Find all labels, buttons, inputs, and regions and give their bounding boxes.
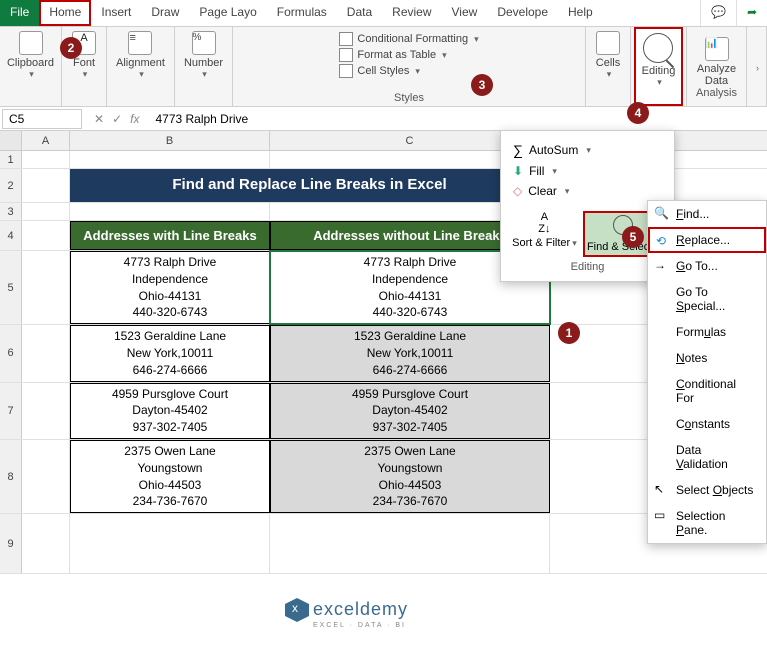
tab-insert[interactable]: Insert (91, 0, 141, 26)
row-header[interactable]: 4 (0, 221, 22, 250)
formula-bar: C5 ✕ ✓ fx 4773 Ralph Drive (0, 107, 767, 131)
data-cell[interactable]: 1523 Geraldine LaneNew York,10011646-274… (70, 325, 270, 381)
menu-select-objects[interactable]: ↖Select Objects (648, 477, 766, 503)
menu-constants[interactable]: Constants (648, 411, 766, 437)
col-header-b[interactable]: B (70, 131, 270, 150)
analysis-group-label: Analysis (696, 87, 737, 99)
ribbon-tabs: File Home Insert Draw Page Layo Formulas… (0, 0, 767, 27)
cells-icon (596, 31, 620, 55)
tab-view[interactable]: View (442, 0, 488, 26)
logo-icon (285, 598, 309, 622)
conditional-formatting-button[interactable]: Conditional Formatting▾ (339, 31, 478, 47)
menu-find[interactable]: 🔍Find... (648, 201, 766, 227)
tab-review[interactable]: Review (382, 0, 441, 26)
clear-button[interactable]: ◇Clear ▾ (509, 181, 666, 201)
menu-goto-special[interactable]: Go To Special... (648, 279, 766, 319)
data-cell[interactable]: 4959 Pursglove CourtDayton-45402937-302-… (270, 383, 550, 439)
autosum-button[interactable]: ∑AutoSum ▾ (509, 139, 666, 161)
clipboard-icon (19, 31, 43, 55)
logo-subtitle: EXCEL · DATA · BI (313, 622, 408, 629)
col-header-a[interactable]: A (22, 131, 70, 150)
cancel-formula-icon[interactable]: ✕ (94, 112, 104, 126)
tab-developer[interactable]: Develope (487, 0, 558, 26)
row-header[interactable]: 5 (0, 251, 22, 324)
comments-button[interactable]: 💬 (700, 0, 736, 26)
styles-group-label: Styles (394, 92, 424, 104)
clipboard-button[interactable]: Clipboard▾ (7, 31, 54, 80)
number-button[interactable]: %Number▾ (184, 31, 223, 80)
row-header[interactable]: 9 (0, 514, 22, 573)
cell-styles-button[interactable]: Cell Styles▾ (339, 63, 478, 79)
editing-dropdown-label: Editing (509, 257, 666, 273)
data-cell[interactable]: 1523 Geraldine LaneNew York,10011646-274… (270, 325, 550, 381)
menu-notes[interactable]: Notes (648, 345, 766, 371)
tab-data[interactable]: Data (337, 0, 382, 26)
data-cell[interactable]: 2375 Owen LaneYoungstownOhio-44503234-73… (270, 440, 550, 513)
name-box[interactable]: C5 (2, 109, 82, 129)
ribbon-more-button[interactable]: › (756, 63, 759, 73)
row-header[interactable]: 3 (0, 203, 22, 220)
sigma-icon: ∑ (513, 142, 523, 158)
share-button[interactable]: ➦ (736, 0, 767, 26)
alignment-button[interactable]: ≡Alignment▾ (116, 31, 165, 80)
tab-formulas[interactable]: Formulas (267, 0, 337, 26)
menu-replace[interactable]: ⟲Replace... (648, 227, 766, 253)
enter-formula-icon[interactable]: ✓ (112, 112, 122, 126)
logo: exceldemy EXCEL · DATA · BI (285, 598, 408, 629)
cells-button[interactable]: Cells▾ (596, 31, 620, 80)
cond-fmt-icon (339, 32, 353, 46)
format-as-table-button[interactable]: Format as Table▾ (339, 47, 478, 63)
row-header[interactable]: 7 (0, 383, 22, 439)
tab-draw[interactable]: Draw (141, 0, 189, 26)
analyze-data-button[interactable]: 📊Analyze Data (695, 37, 738, 87)
goto-icon: → (654, 258, 668, 272)
data-cell[interactable]: 4773 Ralph DriveIndependenceOhio-4413144… (70, 251, 270, 324)
find-select-menu: 🔍Find... ⟲Replace... →Go To... Go To Spe… (647, 200, 767, 544)
row-header[interactable]: 6 (0, 325, 22, 381)
number-icon: % (192, 31, 216, 55)
sort-filter-button[interactable]: AZ↓ Sort & Filter▾ (512, 211, 577, 257)
pane-icon: ▭ (654, 508, 668, 522)
fill-button[interactable]: ⬇Fill ▾ (509, 161, 666, 181)
tab-page-layout[interactable]: Page Layo (189, 0, 266, 26)
cell-styles-icon (339, 64, 353, 78)
menu-formulas[interactable]: Formulas (648, 319, 766, 345)
eraser-icon: ◇ (513, 184, 522, 198)
select-all-corner[interactable] (0, 131, 22, 150)
menu-cond-format[interactable]: Conditional For (648, 371, 766, 411)
fx-icon[interactable]: fx (130, 112, 139, 126)
search-icon: 🔍 (654, 206, 668, 220)
header-cell-b[interactable]: Addresses with Line Breaks (70, 221, 270, 250)
fill-icon: ⬇ (513, 164, 523, 178)
ribbon-body: Clipboard▾ AFont▾ ≡Alignment▾ %Number▾ C… (0, 27, 767, 107)
formula-input[interactable]: 4773 Ralph Drive (149, 110, 767, 128)
tab-help[interactable]: Help (558, 0, 603, 26)
row-header[interactable]: 1 (0, 151, 22, 168)
row-header[interactable]: 2 (0, 169, 22, 202)
menu-goto[interactable]: →Go To... (648, 253, 766, 279)
magnifier-icon (643, 33, 673, 63)
analyze-icon: 📊 (705, 37, 729, 61)
table-icon (339, 48, 353, 62)
tab-file[interactable]: File (0, 0, 39, 26)
cursor-icon: ↖ (654, 482, 668, 496)
data-cell[interactable]: 2375 Owen LaneYoungstownOhio-44503234-73… (70, 440, 270, 513)
alignment-icon: ≡ (128, 31, 152, 55)
menu-data-validation[interactable]: Data Validation (648, 437, 766, 477)
row-header[interactable]: 8 (0, 440, 22, 513)
replace-icon: ⟲ (656, 234, 670, 248)
menu-selection-pane[interactable]: ▭Selection Pane. (648, 503, 766, 543)
data-cell[interactable]: 4959 Pursglove CourtDayton-45402937-302-… (70, 383, 270, 439)
title-cell[interactable]: Find and Replace Line Breaks in Excel (70, 169, 550, 202)
tab-home[interactable]: Home (39, 0, 91, 26)
sort-icon: AZ↓ (531, 211, 557, 237)
editing-button[interactable]: Editing▾ (634, 27, 684, 106)
